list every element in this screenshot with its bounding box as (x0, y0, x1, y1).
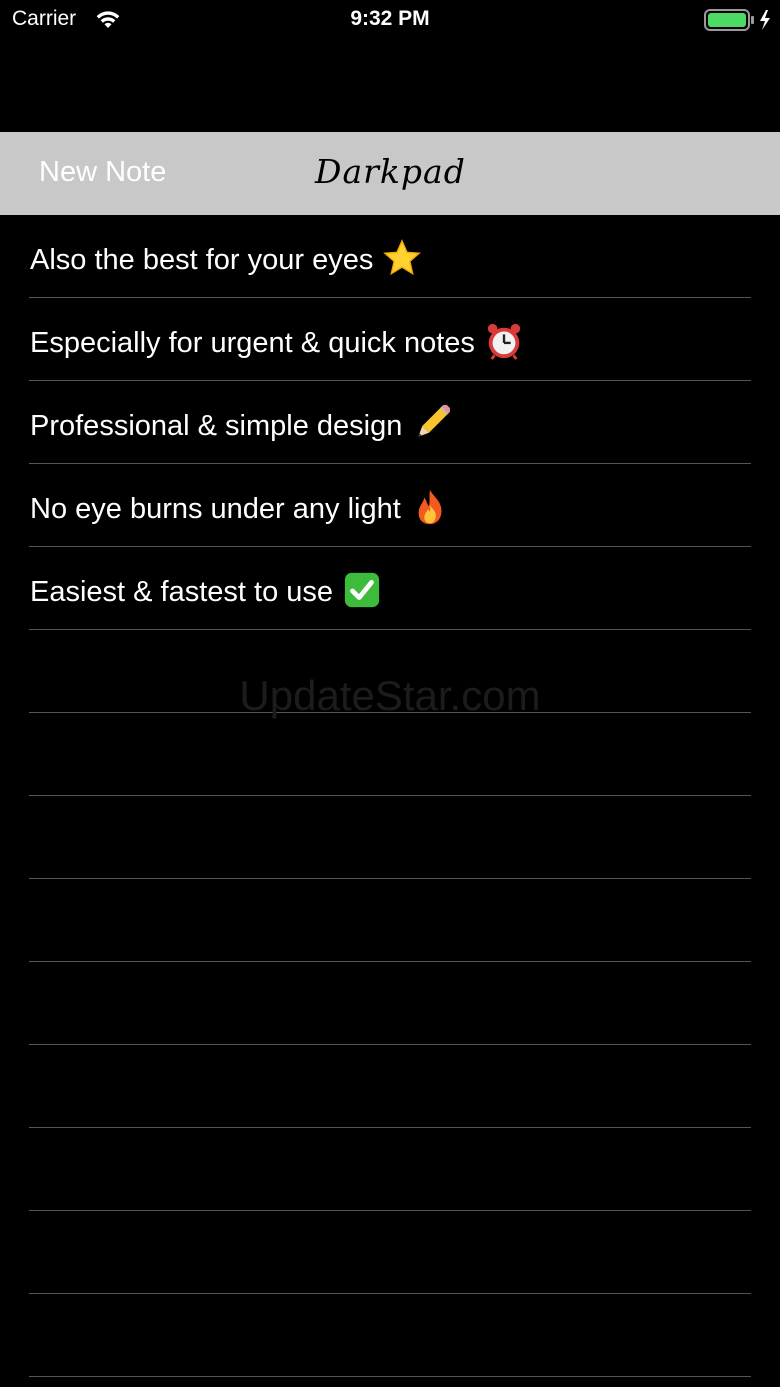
battery-charging-icon (704, 9, 770, 31)
empty-note-row[interactable] (29, 1211, 751, 1294)
note-text: Especially for urgent & quick notes (30, 322, 523, 360)
note-label: Especially for urgent & quick notes (30, 327, 475, 359)
empty-note-row[interactable] (29, 1294, 751, 1377)
note-row[interactable]: Professional & simple design (29, 381, 751, 464)
empty-note-row[interactable] (29, 962, 751, 1045)
new-note-button[interactable]: New Note (39, 156, 166, 189)
star-icon (383, 239, 422, 277)
empty-note-row[interactable] (29, 630, 751, 713)
empty-note-row[interactable] (29, 796, 751, 879)
pencil-icon (412, 403, 453, 443)
note-label: No eye burns under any light (30, 493, 401, 525)
status-time: 9:32 PM (350, 7, 430, 30)
note-text: Easiest & fastest to use (30, 571, 381, 609)
note-row[interactable]: No eye burns under any light (29, 464, 751, 547)
alarm-clock-icon (485, 322, 523, 360)
note-label: Also the best for your eyes (30, 244, 374, 276)
fire-icon (411, 488, 449, 526)
note-row[interactable]: Also the best for your eyes (29, 215, 751, 298)
empty-note-row[interactable] (29, 879, 751, 962)
note-text: No eye burns under any light (30, 488, 449, 526)
check-mark-button-icon (343, 571, 381, 609)
notes-list: Also the best for your eyes Especially fo… (0, 215, 780, 1377)
note-label: Easiest & fastest to use (30, 576, 334, 608)
note-text: Professional & simple design (30, 403, 453, 443)
app-title: Darkpad (315, 152, 466, 191)
empty-note-row[interactable] (29, 1045, 751, 1128)
empty-note-row[interactable] (29, 1128, 751, 1211)
note-text: Also the best for your eyes (30, 239, 422, 277)
note-row[interactable]: Especially for urgent & quick notes (29, 298, 751, 381)
empty-note-row[interactable] (29, 713, 751, 796)
navigation-bar: New Note Darkpad (0, 132, 780, 215)
status-bar: Carrier 9:32 PM (0, 0, 780, 40)
note-label: Professional & simple design (30, 410, 403, 442)
note-row[interactable]: Easiest & fastest to use (29, 547, 751, 630)
